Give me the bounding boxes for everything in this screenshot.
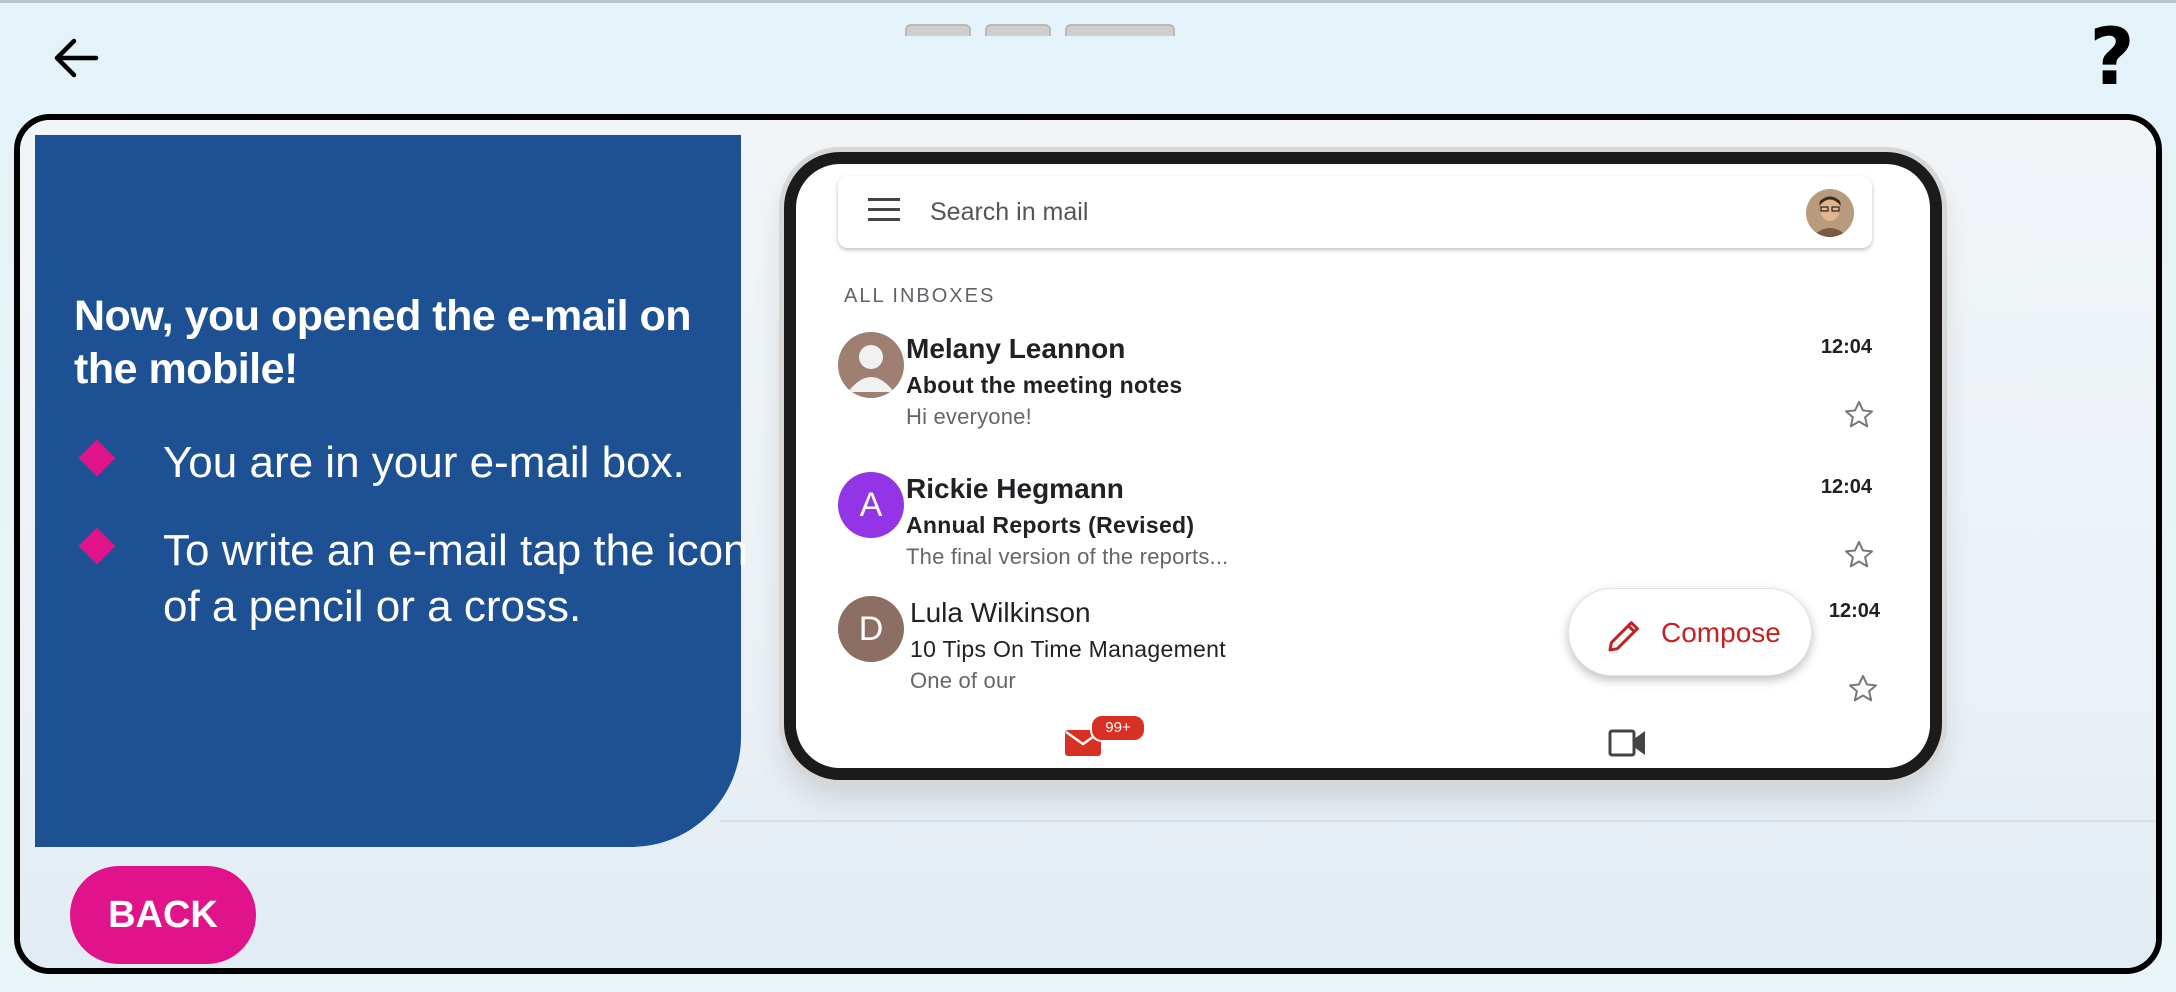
search-input[interactable]: Search in mail (930, 196, 1088, 228)
email-time: 12:04 (1820, 336, 1872, 358)
email-row[interactable]: Melany Leannon About the meeting notes H… (796, 332, 1930, 462)
star-icon[interactable] (1842, 398, 1876, 432)
email-snippet: The final version of the reports... (906, 544, 1229, 569)
floor-line (720, 820, 2156, 822)
pencil-icon (1608, 621, 1639, 652)
email-sender: Lula Wilkinson (910, 597, 1091, 628)
letter-avatar: D (838, 596, 904, 662)
bottom-navigation: 99+ (796, 702, 1930, 768)
phone-side-buttons (905, 24, 1205, 36)
email-subject: About the meeting notes (906, 372, 1183, 398)
back-button[interactable]: BACK (70, 866, 256, 964)
letter-avatar: A (838, 472, 904, 538)
email-subject: 10 Tips On Time Management (910, 636, 1226, 662)
email-snippet: Hi everyone! (906, 404, 1032, 429)
email-sender: Melany Leannon (906, 333, 1126, 364)
hamburger-menu-icon[interactable] (868, 198, 900, 224)
star-icon[interactable] (1846, 672, 1880, 706)
email-row[interactable]: A Rickie Hegmann Annual Reports (Revised… (796, 472, 1930, 602)
phone-screen: Search in mail ALL INBOXES Melany Leanno… (784, 152, 1942, 780)
instruction-bullet-text: To write an e-mail tap the icon of a pen… (163, 526, 748, 631)
diamond-bullet-icon (78, 527, 116, 565)
instruction-panel: Now, you opened the e-mail on the mobile… (35, 135, 748, 847)
search-bar[interactable]: Search in mail (838, 176, 1872, 248)
compose-button[interactable]: Compose (1568, 588, 1812, 676)
instruction-title: Now, you opened the e-mail on the mobile… (74, 292, 692, 393)
person-icon (838, 332, 904, 398)
email-subject: Annual Reports (Revised) (906, 512, 1195, 538)
email-snippet: One of our (910, 668, 1016, 693)
unread-count-badge: 99+ (1090, 714, 1146, 742)
top-border (0, 0, 2176, 3)
compose-label: Compose (1661, 617, 1781, 648)
section-label: ALL INBOXES (844, 285, 996, 307)
email-sender: Rickie Hegmann (906, 473, 1124, 504)
mail-tab[interactable]: 99+ (1064, 714, 1146, 764)
instruction-bullet-text: You are in your e-mail box. (163, 438, 685, 487)
account-avatar[interactable] (1806, 189, 1854, 237)
email-time: 12:04 (1820, 476, 1872, 498)
help-icon[interactable]: ? (2088, 18, 2136, 98)
diamond-bullet-icon (78, 439, 116, 477)
video-camera-icon[interactable] (1608, 726, 1648, 760)
email-time: 12:04 (1828, 600, 1880, 622)
arrow-left-icon[interactable] (50, 32, 102, 84)
star-icon[interactable] (1842, 538, 1876, 572)
